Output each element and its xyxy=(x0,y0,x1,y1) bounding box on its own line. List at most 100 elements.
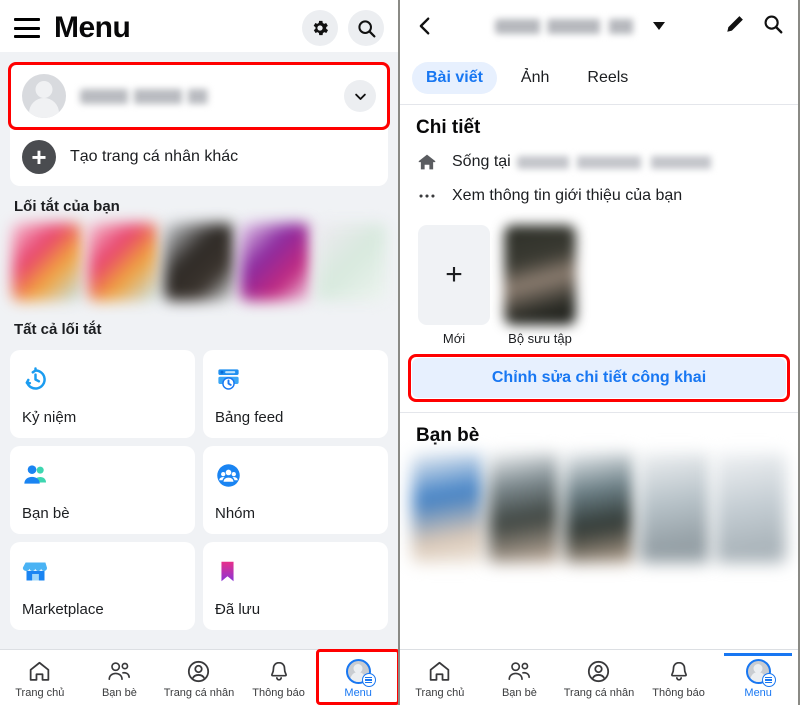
nav-label: Thông báo xyxy=(652,687,705,699)
shortcut-thumb[interactable] xyxy=(88,223,158,301)
see-about-label: Xem thông tin giới thiệu của bạn xyxy=(452,187,683,204)
menu-item-label: Bạn bè xyxy=(22,505,70,522)
detail-lives-in[interactable]: Sống tại xyxy=(400,145,798,179)
friends-strip[interactable] xyxy=(400,453,798,563)
bell-icon xyxy=(667,658,691,684)
profile-name-dropdown[interactable] xyxy=(436,18,724,34)
tile-label: Bộ sưu tập xyxy=(508,331,572,346)
friend-thumb[interactable] xyxy=(563,453,635,563)
edit-button[interactable] xyxy=(724,13,746,40)
shortcut-thumb[interactable] xyxy=(316,223,386,301)
edit-public-details-button[interactable]: Chỉnh sửa chi tiết công khai xyxy=(412,358,786,398)
menu-header: Menu xyxy=(0,0,398,52)
tab-photos[interactable]: Ảnh xyxy=(507,62,563,94)
profile-expand-button[interactable] xyxy=(344,80,376,112)
shortcut-thumb[interactable] xyxy=(12,223,82,301)
menu-item-marketplace[interactable]: Marketplace xyxy=(10,542,195,630)
menu-item-label: Marketplace xyxy=(22,601,104,618)
chevron-down-icon xyxy=(354,93,366,100)
tile-collection[interactable]: Bộ sưu tập xyxy=(504,225,576,346)
back-button[interactable] xyxy=(414,15,436,37)
shortcut-thumb[interactable] xyxy=(240,223,310,301)
nav-item-friends[interactable]: Bạn bè xyxy=(481,658,557,701)
menu-item-label: Bảng feed xyxy=(215,409,284,426)
search-button[interactable] xyxy=(348,10,384,46)
detail-see-about[interactable]: Xem thông tin giới thiệu của bạn xyxy=(400,179,798,213)
menu-scroll-area[interactable]: Tạo trang cá nhân khác Lối tắt của bạn T… xyxy=(0,52,398,649)
search-icon xyxy=(764,15,783,33)
nav-item-menu[interactable]: Menu xyxy=(316,649,398,705)
active-tab-underline xyxy=(724,653,793,656)
ellipsis-icon xyxy=(419,194,435,198)
left-phone-screen: Menu + Tạo trang cá nhân khác Lối tắt củ… xyxy=(0,0,400,705)
nav-label: Bạn bè xyxy=(101,687,137,699)
menu-item-feed-board[interactable]: Bảng feed xyxy=(203,350,388,438)
nav-item-profile[interactable]: Trang cá nhân xyxy=(561,658,637,701)
nav-label: Trang cá nhân xyxy=(163,687,235,699)
friends-outline-icon xyxy=(506,658,533,684)
friend-thumb[interactable] xyxy=(639,453,711,563)
shortcut-thumb[interactable] xyxy=(164,223,234,301)
settings-button[interactable] xyxy=(302,10,338,46)
create-profile-row[interactable]: Tạo trang cá nhân khác xyxy=(10,128,388,186)
nav-item-home[interactable]: Trang chủ xyxy=(402,658,478,701)
menu-item-saved[interactable]: Đã lưu xyxy=(203,542,388,630)
tile-label: Mới xyxy=(442,331,466,346)
nav-item-menu[interactable]: Menu xyxy=(720,653,796,701)
search-button[interactable] xyxy=(762,13,784,40)
friends-title: Bạn bè xyxy=(400,412,798,453)
search-icon xyxy=(357,19,376,38)
house-icon xyxy=(418,154,436,170)
lives-in-label: Sống tại xyxy=(452,153,511,170)
home-icon xyxy=(427,658,452,684)
nav-item-profile[interactable]: Trang cá nhân xyxy=(161,658,237,701)
profile-section xyxy=(0,52,398,130)
menu-avatar-icon xyxy=(745,658,776,687)
tile-new[interactable]: + Mới xyxy=(418,225,490,346)
page-title: Menu xyxy=(54,11,131,44)
caret-down-icon xyxy=(653,22,665,30)
home-icon xyxy=(27,658,52,684)
nav-item-friends[interactable]: Bạn bè xyxy=(81,658,157,701)
menu-item-memories[interactable]: Kỷ niệm xyxy=(10,350,195,438)
menu-avatar-icon xyxy=(345,658,376,687)
profile-circle-icon xyxy=(586,658,611,684)
menu-grid: Kỷ niệm Bảng feed Bạn bè Nhóm Marketplac… xyxy=(0,346,398,640)
friend-thumb[interactable] xyxy=(487,453,559,563)
profile-name xyxy=(80,88,230,104)
shortcuts-strip[interactable] xyxy=(0,223,398,309)
menu-item-label: Nhóm xyxy=(215,505,256,522)
nav-item-notifications[interactable]: Thông báo xyxy=(641,658,717,701)
nav-item-notifications[interactable]: Thông báo xyxy=(241,658,317,701)
lives-in-value xyxy=(516,155,717,169)
friends-icon xyxy=(22,460,183,490)
gear-icon xyxy=(313,20,328,36)
nav-label: Menu xyxy=(744,687,772,699)
clock-rewind-icon xyxy=(22,364,183,394)
profile-header-actions xyxy=(724,13,784,40)
right-phone-screen: Bài viết Ảnh Reels Chi tiết Sống tại Xem… xyxy=(400,0,798,705)
friend-thumb[interactable] xyxy=(715,453,786,563)
tab-reels[interactable]: Reels xyxy=(573,62,642,94)
profile-tabs: Bài viết Ảnh Reels xyxy=(400,52,798,105)
bottom-navigation-right: Trang chủ Bạn bè Trang cá nhân Thông báo… xyxy=(400,649,798,705)
all-shortcuts-title: Tất cả lối tắt xyxy=(14,321,102,338)
bell-icon xyxy=(267,658,291,684)
menu-item-groups[interactable]: Nhóm xyxy=(203,446,388,534)
menu-item-friends[interactable]: Bạn bè xyxy=(10,446,195,534)
shortcuts-title: Lối tắt của bạn xyxy=(14,198,120,215)
profile-body: Chi tiết Sống tại Xem thông tin giới thi… xyxy=(400,105,798,649)
bookmark-icon xyxy=(215,556,376,586)
friend-thumb[interactable] xyxy=(412,453,483,563)
nav-item-home[interactable]: Trang chủ xyxy=(2,658,78,701)
tab-posts[interactable]: Bài viết xyxy=(412,62,497,94)
hamburger-icon[interactable] xyxy=(14,18,40,38)
profile-row[interactable] xyxy=(10,64,388,128)
lives-in-text: Sống tại xyxy=(452,153,717,171)
plus-circle-icon xyxy=(22,140,56,174)
collection-thumbnail xyxy=(504,225,576,325)
nav-label: Trang chủ xyxy=(15,687,65,699)
profile-circle-icon xyxy=(186,658,211,684)
feed-board-icon xyxy=(215,364,376,394)
storefront-icon xyxy=(22,556,183,586)
